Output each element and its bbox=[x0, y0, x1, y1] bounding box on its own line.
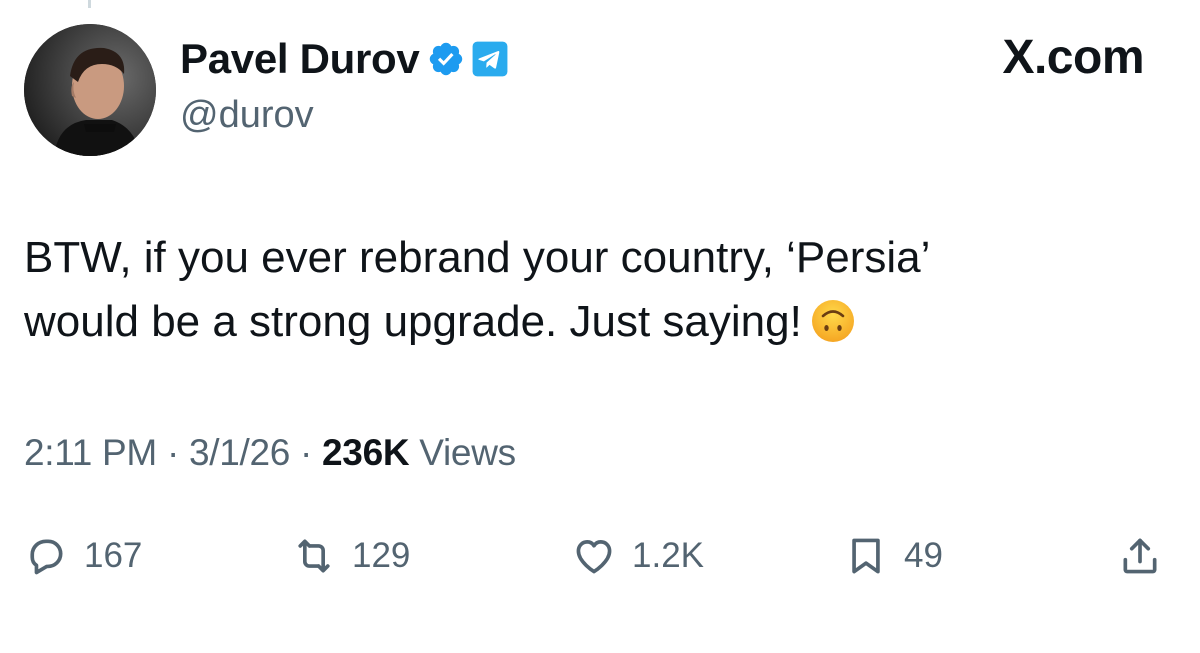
tweet-body: BTW, if you ever rebrand your country, ‘… bbox=[24, 226, 1144, 354]
share-icon bbox=[1123, 538, 1157, 574]
repost-count: 129 bbox=[352, 536, 411, 575]
share-button[interactable] bbox=[1118, 526, 1162, 586]
meta-separator: · bbox=[166, 432, 179, 473]
avatar[interactable] bbox=[24, 24, 156, 156]
reply-button[interactable]: 167 bbox=[24, 526, 142, 586]
tweet-date[interactable]: 3/1/26 bbox=[189, 432, 290, 473]
thread-connector bbox=[88, 0, 91, 8]
tweet-time[interactable]: 2:11 PM bbox=[24, 432, 157, 473]
bookmark-icon bbox=[852, 538, 880, 574]
reply-count: 167 bbox=[84, 536, 143, 575]
bookmark-button[interactable]: 49 bbox=[844, 526, 943, 586]
repost-button[interactable]: 129 bbox=[292, 526, 410, 586]
upside-down-face-emoji bbox=[810, 298, 856, 344]
brand-logo-text: X.com bbox=[1002, 31, 1144, 84]
views-label: Views bbox=[419, 432, 516, 473]
action-bar: 167 129 1.2K 49 bbox=[0, 526, 1200, 586]
tweet-text: BTW, if you ever rebrand your country, ‘… bbox=[24, 233, 931, 346]
heart-icon bbox=[576, 540, 612, 574]
views-count[interactable]: 236K bbox=[322, 432, 410, 473]
tweet-meta: 2:11 PM · 3/1/26 · 236K Views bbox=[24, 432, 516, 474]
author-name-row: Pavel Durov bbox=[180, 34, 509, 84]
repost-icon bbox=[298, 539, 330, 573]
like-count: 1.2K bbox=[632, 536, 704, 575]
avatar-image bbox=[24, 24, 156, 156]
meta-separator: · bbox=[300, 432, 313, 473]
verified-badge-icon[interactable] bbox=[427, 40, 465, 78]
author-handle[interactable]: @durov bbox=[180, 94, 314, 137]
tweet-card: Pavel Durov @durov X.com BTW, if you eve… bbox=[0, 0, 1200, 653]
bookmark-count: 49 bbox=[904, 536, 943, 575]
telegram-icon[interactable] bbox=[471, 40, 509, 78]
author-display-name[interactable]: Pavel Durov bbox=[180, 35, 420, 83]
reply-icon bbox=[30, 539, 63, 575]
like-button[interactable]: 1.2K bbox=[572, 526, 704, 586]
